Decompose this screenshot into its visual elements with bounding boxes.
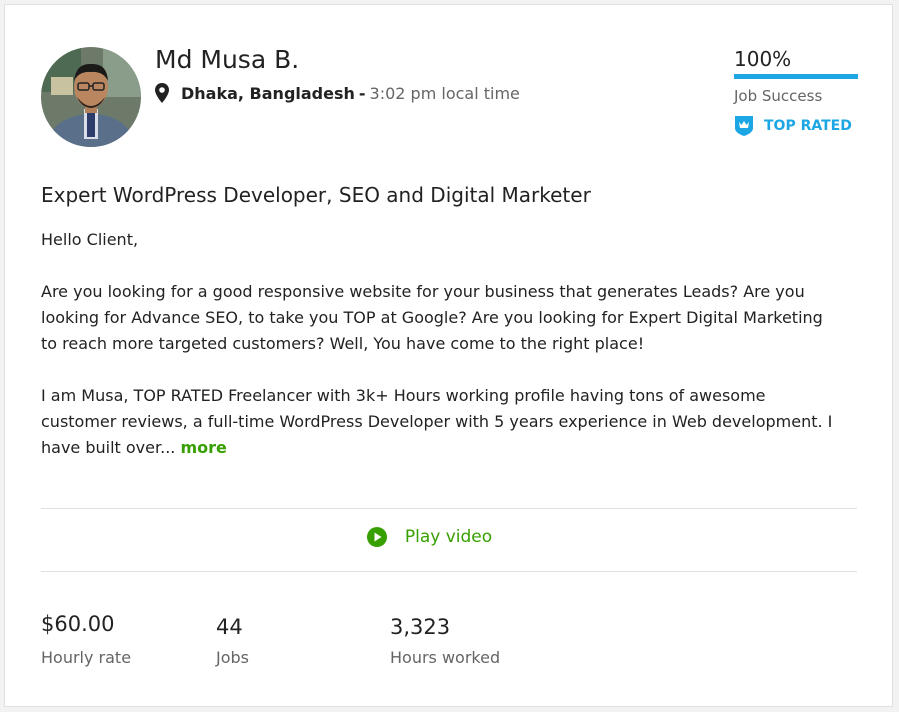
top-rated-label: TOP RATED: [764, 118, 852, 134]
job-success-block: 100% Job Success: [734, 47, 858, 105]
divider: [41, 571, 857, 572]
job-success-label: Job Success: [734, 87, 823, 105]
top-rated-badge[interactable]: TOP RATED: [734, 115, 852, 137]
play-circle-icon: [366, 527, 387, 547]
stat-hourly-rate: $60.00 Hourly rate: [41, 612, 131, 667]
job-success-bar-fill: [734, 74, 858, 79]
divider: [41, 508, 857, 509]
location-row: Dhaka, Bangladesh - 3:02 pm local time: [155, 83, 520, 103]
stat-value: 44: [216, 615, 243, 639]
description-paragraph-text: I am Musa, TOP RATED Freelancer with 3k+…: [41, 386, 833, 457]
location-city: Dhaka, Bangladesh: [181, 83, 355, 103]
more-link[interactable]: more: [180, 438, 226, 457]
stat-label: Jobs: [216, 648, 249, 667]
stat-label: Hours worked: [390, 648, 501, 667]
description-greeting: Hello Client,: [41, 230, 139, 249]
description-paragraph: Are you looking for a good responsive we…: [41, 282, 823, 353]
freelancer-name[interactable]: Md Musa B.: [155, 45, 299, 74]
profile-title: Expert WordPress Developer, SEO and Digi…: [41, 183, 591, 207]
job-success-bar: [734, 74, 858, 79]
map-pin-icon: [155, 83, 169, 103]
video-row: Play video: [5, 527, 894, 547]
stat-jobs: 44 Jobs: [216, 615, 249, 667]
avatar[interactable]: [41, 47, 141, 147]
stat-value: $60.00: [41, 612, 115, 636]
description-paragraph-truncated: I am Musa, TOP RATED Freelancer with 3k+…: [41, 383, 841, 461]
profile-description: Hello Client, Are you looking for a good…: [41, 227, 841, 487]
job-success-value: 100%: [734, 47, 792, 71]
stat-hours-worked: 3,323 Hours worked: [390, 615, 500, 667]
stat-label: Hourly rate: [41, 648, 132, 667]
play-video-label: Play video: [404, 527, 493, 547]
local-time: 3:02 pm local time: [369, 83, 520, 103]
stat-value: 3,323: [390, 615, 451, 639]
freelancer-profile-card: Md Musa B. Dhaka, Bangladesh - 3:02 pm l…: [4, 4, 893, 707]
crown-shield-icon: [734, 115, 754, 137]
play-video-button[interactable]: Play video: [366, 527, 493, 547]
location-separator: -: [358, 83, 366, 103]
